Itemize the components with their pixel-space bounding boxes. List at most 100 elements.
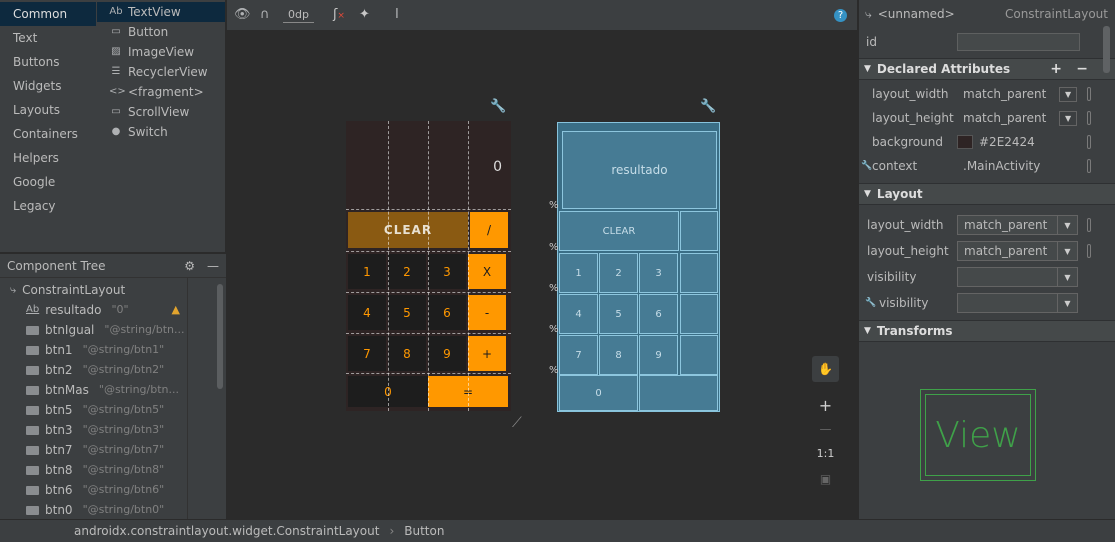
zoom-ratio-button[interactable]: 1:1 [812,440,839,466]
tree-node[interactable]: btn5 "@string/btn5" [10,400,220,420]
zoom-fit-icon[interactable]: ▣ [812,466,839,492]
blueprint-div[interactable] [680,211,718,251]
blueprint-operator[interactable] [680,253,718,293]
layout-attr-dropdown[interactable]: match_parent ▼ [957,215,1078,235]
declared-attributes-header[interactable]: ▼ Declared Attributes + − [859,58,1115,80]
preview-button-+[interactable]: + [468,336,506,371]
tree-node[interactable]: btn2 "@string/btn2" [10,360,220,380]
zoom-in-button[interactable]: + [812,392,839,418]
percent-mark[interactable]: % [549,283,559,294]
design-preview[interactable]: 0 CLEAR / 1 2 3 X 4 5 6-7 8 9 + 0 = [346,121,511,411]
blueprint-equals[interactable] [639,375,718,411]
declared-attr-value[interactable]: match_parent [963,87,1046,101]
declared-attr-value[interactable]: .MainActivity [963,159,1040,173]
tree-root-node[interactable]: ⤷ ConstraintLayout [10,280,220,300]
wrench-icon[interactable]: 🔧 [490,99,506,114]
tree-node[interactable]: btn6 "@string/btn6" [10,480,220,500]
palette-widget-2[interactable]: ▨ ImageView [97,42,225,62]
blueprint-button-7[interactable]: 7 [559,335,598,375]
tree-node[interactable]: btn3 "@string/btn3" [10,420,220,440]
palette-widget-5[interactable]: ▭ ScrollView [97,102,225,122]
palette-category-text[interactable]: Text [0,26,96,50]
blueprint-button-2[interactable]: 2 [599,253,638,293]
default-margin-field[interactable]: 0dp [283,8,314,23]
magnet-off-icon[interactable]: ∩ [260,7,270,22]
declared-attr-value[interactable]: match_parent [963,111,1046,125]
color-swatch[interactable] [957,135,973,149]
percent-mark[interactable]: % [549,324,559,335]
preview-clear-button[interactable]: CLEAR [348,212,468,248]
breadcrumb-current[interactable]: Button [404,524,444,538]
tree-node[interactable]: btn1 "@string/btn1" [10,340,220,360]
blueprint-button-5[interactable]: 5 [599,294,638,334]
blueprint-button-4[interactable]: 4 [559,294,598,334]
blueprint-clear[interactable]: CLEAR [559,211,679,251]
layout-attr-dropdown[interactable]: ▼ [957,293,1078,313]
palette-widget-6[interactable]: ● Switch [97,122,225,142]
attr-handle[interactable] [1087,244,1091,258]
palette-widget-4[interactable]: <> <fragment> [97,82,225,102]
infer-constraints-icon[interactable]: ✦ [359,7,370,22]
warning-icon[interactable]: ▲ [172,300,180,320]
palette-widget-0[interactable]: Ab TextView [97,2,225,22]
blueprint-operator[interactable] [680,294,718,334]
tree-scrollbar[interactable] [217,284,223,389]
preview-button-1[interactable]: 1 [348,254,386,289]
preview-button-7[interactable]: 7 [348,336,386,371]
palette-widget-3[interactable]: ☰ RecyclerView [97,62,225,82]
gear-icon[interactable]: ⚙ [184,254,195,278]
preview-button--[interactable]: - [468,295,506,330]
zoom-out-button[interactable]: — [812,418,839,440]
tree-node[interactable]: btn8 "@string/btn8" [10,460,220,480]
palette-category-layouts[interactable]: Layouts [0,98,96,122]
blueprint-zero[interactable]: 0 [559,375,638,411]
preview-button-2[interactable]: 2 [388,254,426,289]
preview-button-3[interactable]: 3 [428,254,466,289]
add-attribute-icon[interactable]: + [1050,61,1062,77]
layout-attr-dropdown[interactable]: ▼ [957,267,1078,287]
tree-node[interactable]: btn7 "@string/btn7" [10,440,220,460]
blueprint-button-9[interactable]: 9 [639,335,678,375]
blueprint-operator[interactable] [680,335,718,375]
preview-button-5[interactable]: 5 [388,295,426,330]
breadcrumb-path[interactable]: androidx.constraintlayout.widget.Constra… [74,524,379,538]
blueprint-button-8[interactable]: 8 [599,335,638,375]
attr-handle[interactable] [1087,218,1091,232]
dropdown-arrow-icon[interactable]: ▼ [1059,86,1078,102]
preview-button-6[interactable]: 6 [428,295,466,330]
palette-category-containers[interactable]: Containers [0,122,96,146]
palette-category-helpers[interactable]: Helpers [0,146,96,170]
blueprint-button-1[interactable]: 1 [559,253,598,293]
blueprint-button-3[interactable]: 3 [639,253,678,293]
palette-category-buttons[interactable]: Buttons [0,50,96,74]
percent-mark[interactable]: % [549,200,559,211]
design-canvas[interactable] [227,31,857,519]
wrench-icon-blueprint[interactable]: 🔧 [700,99,716,114]
blueprint-view[interactable]: resultado CLEAR 1 2 3 4 5 6 7 8 9 0 [557,122,720,412]
tree-node[interactable]: Ab resultado "0" ▲ [10,300,220,320]
eye-icon[interactable]: 👁 [234,7,251,22]
preview-button-8[interactable]: 8 [388,336,426,371]
attr-handle[interactable] [1087,159,1091,173]
blueprint-button-6[interactable]: 6 [639,294,678,334]
remove-attribute-icon[interactable]: − [1076,61,1088,77]
percent-mark[interactable]: % [549,242,559,253]
dropdown-arrow-icon[interactable]: ▼ [1059,110,1078,126]
attributes-scrollbar[interactable] [1103,26,1110,73]
attr-handle[interactable] [1087,135,1091,149]
layout-section-header[interactable]: ▼ Layout [859,183,1115,205]
preview-div-button[interactable]: / [470,212,508,248]
resize-handle-icon[interactable]: ⟋ [512,415,522,431]
pan-hand-icon[interactable]: ✋ [812,356,839,382]
tree-node[interactable]: btnMas "@string/btn... [10,380,220,400]
tree-node[interactable]: btn0 "@string/btn0" [10,500,220,520]
blueprint-resultado[interactable]: resultado [562,131,717,209]
attr-handle[interactable] [1087,111,1091,125]
attr-handle[interactable] [1087,87,1091,101]
tree-node[interactable]: btnIgual "@string/btn... [10,320,220,340]
preview-button-4[interactable]: 4 [348,295,386,330]
transforms-section-header[interactable]: ▼ Transforms [859,320,1115,342]
percent-mark[interactable]: % [549,365,559,376]
palette-widget-1[interactable]: ▭ Button [97,22,225,42]
palette-category-common[interactable]: Common [0,2,96,26]
